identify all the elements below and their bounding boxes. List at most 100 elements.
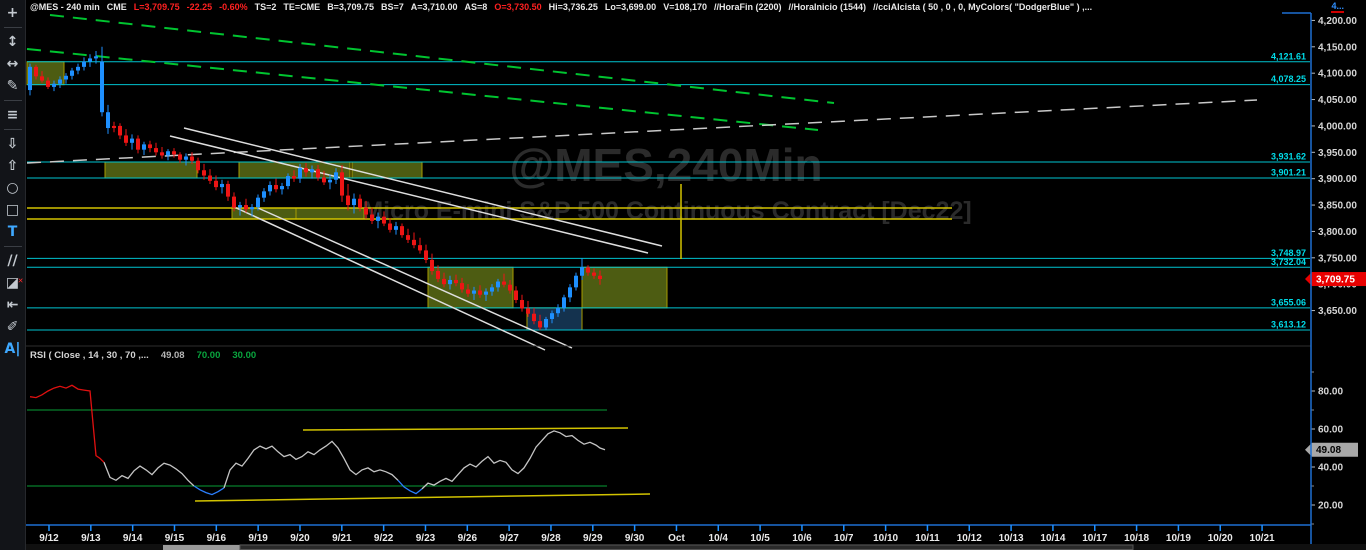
candle xyxy=(592,272,596,276)
svg-text:3,950.00: 3,950.00 xyxy=(1318,148,1357,159)
candle xyxy=(304,168,308,173)
quote-field: AS=8 xyxy=(464,2,488,12)
candle xyxy=(142,144,146,150)
svg-text:10/7: 10/7 xyxy=(834,533,854,544)
svg-text:Micro E-mini S&P 500 Continuou: Micro E-mini S&P 500 Continuous Contract… xyxy=(362,197,971,225)
horizontal-scrollbar[interactable] xyxy=(0,544,1366,550)
candle xyxy=(418,245,422,251)
parallel-lines-tool-icon[interactable]: // xyxy=(1,250,25,272)
horizontal-lines-tool-icon[interactable]: ≡ xyxy=(1,104,25,126)
svg-text:3,655.06: 3,655.06 xyxy=(1271,297,1306,307)
svg-text:40.00: 40.00 xyxy=(1318,463,1343,474)
svg-text:10/19: 10/19 xyxy=(1166,533,1191,544)
quote-field: O=3,730.50 xyxy=(494,2,542,12)
arrow-up-tool-icon[interactable]: ⇧ xyxy=(1,155,25,177)
candle xyxy=(208,175,212,181)
trendline-tool-icon[interactable]: ✎ xyxy=(1,75,25,97)
svg-text:4,000.00: 4,000.00 xyxy=(1318,121,1357,132)
candle xyxy=(190,156,194,161)
candle xyxy=(184,156,188,160)
text-tool-icon[interactable]: T xyxy=(1,221,25,243)
candle xyxy=(358,198,362,208)
candle xyxy=(214,180,218,188)
rectangle-tool-icon[interactable]: □ xyxy=(1,199,25,221)
vertical-scale-tool-icon[interactable]: ↕ xyxy=(1,31,25,53)
svg-text:10/12: 10/12 xyxy=(957,533,982,544)
svg-text:10/13: 10/13 xyxy=(999,533,1024,544)
arrow-down-tool-icon[interactable]: ⇩ xyxy=(1,133,25,155)
candle xyxy=(424,250,428,260)
candle xyxy=(454,279,458,284)
candle xyxy=(268,185,272,192)
candle xyxy=(88,58,92,62)
svg-text:9/26: 9/26 xyxy=(458,533,478,544)
candle xyxy=(502,281,506,285)
candle xyxy=(310,169,314,173)
svg-text:10/4: 10/4 xyxy=(709,533,729,544)
quote-field: BS=7 xyxy=(380,2,404,12)
candle xyxy=(220,183,224,188)
candle xyxy=(484,291,488,295)
candle xyxy=(568,287,572,298)
candle xyxy=(226,183,230,197)
candle xyxy=(232,196,236,208)
candle xyxy=(352,198,356,206)
horizontal-scale-tool-icon[interactable]: ↔ xyxy=(1,53,25,75)
price-axis[interactable]: 4,200.00 4,150.00 4,100.00 4,050.00 4,000.00… xyxy=(1311,16,1357,317)
ellipse-tool-icon[interactable]: ○ xyxy=(1,177,25,199)
quote-field: Hi=3,736.25 xyxy=(548,2,598,12)
candle xyxy=(76,66,80,71)
svg-text:9/22: 9/22 xyxy=(374,533,394,544)
rsi-line xyxy=(193,485,225,496)
candle xyxy=(328,179,332,183)
candle xyxy=(250,207,254,210)
candle xyxy=(526,308,530,314)
snap-left-tool-icon[interactable]: ⇤ xyxy=(1,294,25,316)
pen-tool-icon[interactable]: ✐ xyxy=(1,316,25,338)
candle xyxy=(70,70,74,76)
svg-text:3,613.12: 3,613.12 xyxy=(1271,320,1306,330)
candle xyxy=(274,185,278,190)
candle xyxy=(364,207,368,215)
svg-text:3,800.00: 3,800.00 xyxy=(1318,227,1357,238)
quote-field: TE=CME xyxy=(283,2,321,12)
candle xyxy=(340,172,344,196)
svg-text:9/29: 9/29 xyxy=(583,533,603,544)
candle xyxy=(532,313,536,322)
svg-text:3,931.62: 3,931.62 xyxy=(1271,152,1306,162)
svg-text:9/21: 9/21 xyxy=(332,533,352,544)
quote-field: TS=2 xyxy=(254,2,277,12)
header-overflow-indicator[interactable]: 4... xyxy=(1331,1,1344,13)
candle xyxy=(58,79,62,84)
rsi-line xyxy=(103,462,195,487)
svg-text:3,901.21: 3,901.21 xyxy=(1271,168,1306,178)
eraser-tool-icon[interactable]: ◪ ✕ xyxy=(1,272,25,294)
candle xyxy=(136,138,140,150)
svg-text:9/12: 9/12 xyxy=(39,533,59,544)
candle xyxy=(172,151,176,155)
candle xyxy=(514,290,518,301)
quote-field: -0.60% xyxy=(219,2,248,12)
toolbar-separator xyxy=(3,27,22,28)
candle xyxy=(40,76,44,81)
candle xyxy=(448,279,452,285)
quote-header: @MES - 240 min CME L=3,709.75 -22.25 -0.60% T… xyxy=(30,1,1356,13)
svg-text:10/6: 10/6 xyxy=(792,533,812,544)
time-axis[interactable]: ◂9/129/139/149/159/169/199/209/219/229/2… xyxy=(10,525,1275,544)
svg-text:10/20: 10/20 xyxy=(1208,533,1233,544)
rsi-value-tag: 49.08 xyxy=(1305,442,1358,457)
svg-text:10/5: 10/5 xyxy=(750,533,770,544)
candle xyxy=(298,168,302,179)
candle xyxy=(550,313,554,319)
svg-text:9/28: 9/28 xyxy=(541,533,561,544)
candle xyxy=(538,321,542,328)
price-chart[interactable]: @MES,240Min Micro E-mini S&P 500 Continuo… xyxy=(0,0,1366,550)
candle xyxy=(388,223,392,230)
candle xyxy=(64,75,68,80)
label-tool-icon[interactable]: A| xyxy=(1,338,25,360)
quote-field: A=3,710.00 xyxy=(410,2,458,12)
svg-text:20.00: 20.00 xyxy=(1318,501,1343,512)
quote-field: -22.25 xyxy=(186,2,213,12)
toolbar-separator xyxy=(3,129,22,130)
crosshair-tool-icon[interactable]: + xyxy=(1,2,25,24)
